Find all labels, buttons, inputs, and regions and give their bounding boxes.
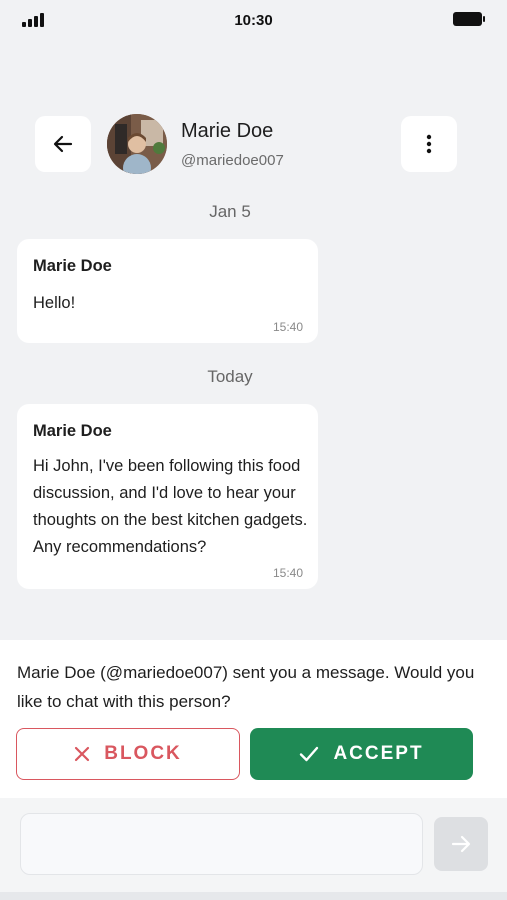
message-sender: Marie Doe [33, 422, 112, 440]
battery-icon [453, 12, 485, 26]
message-time: 15:40 [272, 320, 303, 334]
arrow-left-icon [53, 135, 73, 153]
message-sender: Marie Doe [33, 257, 112, 275]
contact-name: Marie Doe [181, 120, 274, 142]
message-composer [0, 798, 507, 892]
accept-button-label: ACCEPT [333, 743, 424, 764]
message-bubble[interactable]: Marie Doe Hi John, I've been following t… [17, 404, 318, 589]
message-text: Hello! [33, 294, 76, 312]
block-button[interactable]: BLOCK [16, 728, 240, 780]
date-separator: Jan 5 [209, 202, 251, 221]
message-time: 15:40 [272, 566, 303, 580]
send-button[interactable] [434, 817, 488, 871]
more-options-button[interactable] [401, 116, 457, 172]
status-bar: 10:30 [0, 0, 507, 42]
request-sender-name: Marie Doe [17, 663, 96, 682]
more-vertical-icon [426, 134, 432, 154]
back-button[interactable] [35, 116, 91, 172]
message-text: Hi John, I've been following this food d… [33, 457, 308, 556]
status-time: 10:30 [234, 12, 273, 29]
message-bubble[interactable]: Marie Doe Hello! 15:40 [17, 239, 318, 343]
message-input[interactable] [20, 813, 423, 875]
arrow-right-icon [451, 835, 471, 853]
accept-button[interactable]: ACCEPT [250, 728, 473, 780]
avatar-photo [107, 114, 167, 174]
check-icon [300, 746, 319, 762]
date-separator: Today [207, 367, 253, 386]
contact-handle: @mariedoe007 [181, 152, 284, 169]
avatar[interactable] [107, 114, 167, 174]
bottom-strip [0, 892, 507, 900]
request-text: Marie Doe (@mariedoe007) sent you a mess… [17, 658, 487, 716]
block-button-label: BLOCK [104, 743, 182, 764]
close-icon [75, 746, 90, 762]
message-request-panel: Marie Doe (@mariedoe007) sent you a mess… [0, 640, 507, 798]
